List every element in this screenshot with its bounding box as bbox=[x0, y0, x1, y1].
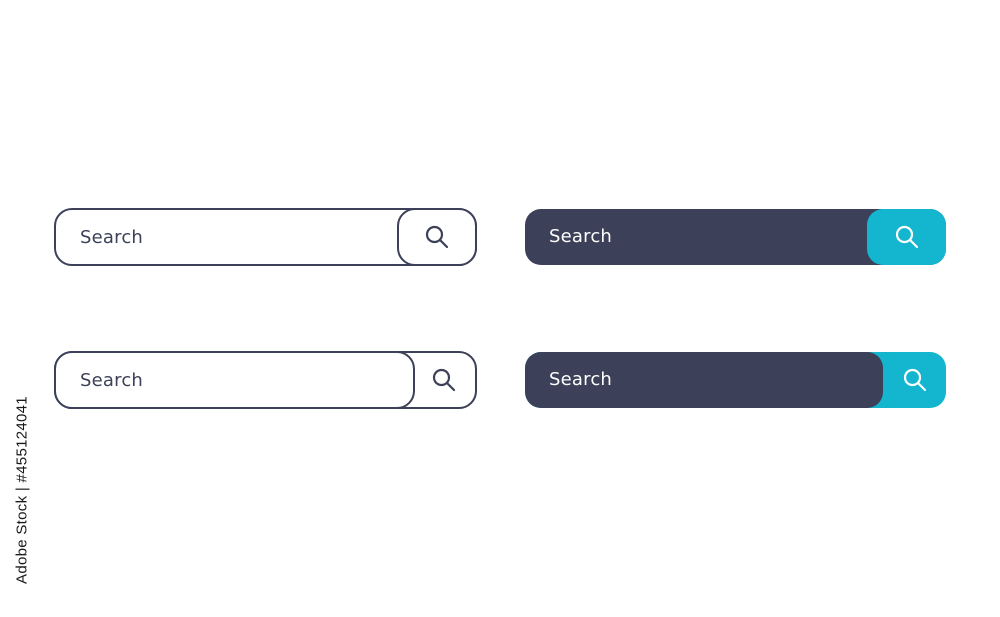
search-icon bbox=[424, 224, 450, 250]
search-button[interactable] bbox=[397, 208, 477, 266]
search-icon bbox=[431, 367, 457, 393]
search-button[interactable] bbox=[883, 352, 946, 408]
stock-id-watermark: Adobe Stock | #455124041 bbox=[13, 396, 31, 584]
search-button[interactable] bbox=[413, 353, 475, 407]
search-input[interactable]: Search bbox=[549, 352, 612, 408]
search-field[interactable]: Search bbox=[525, 352, 883, 408]
search-bar-filled-1[interactable]: Search bbox=[525, 209, 946, 265]
search-icon bbox=[902, 367, 928, 393]
search-field[interactable]: Search bbox=[54, 351, 415, 409]
search-button[interactable] bbox=[867, 209, 946, 265]
search-bar-filled-2[interactable]: Search bbox=[525, 352, 946, 408]
search-bar-outline-2[interactable]: Search bbox=[54, 351, 477, 409]
search-input[interactable]: Search bbox=[80, 353, 143, 409]
search-input[interactable]: Search bbox=[80, 210, 143, 266]
search-bar-outline-1[interactable]: Search bbox=[54, 208, 477, 266]
search-icon bbox=[894, 224, 920, 250]
search-input[interactable]: Search bbox=[549, 209, 612, 265]
